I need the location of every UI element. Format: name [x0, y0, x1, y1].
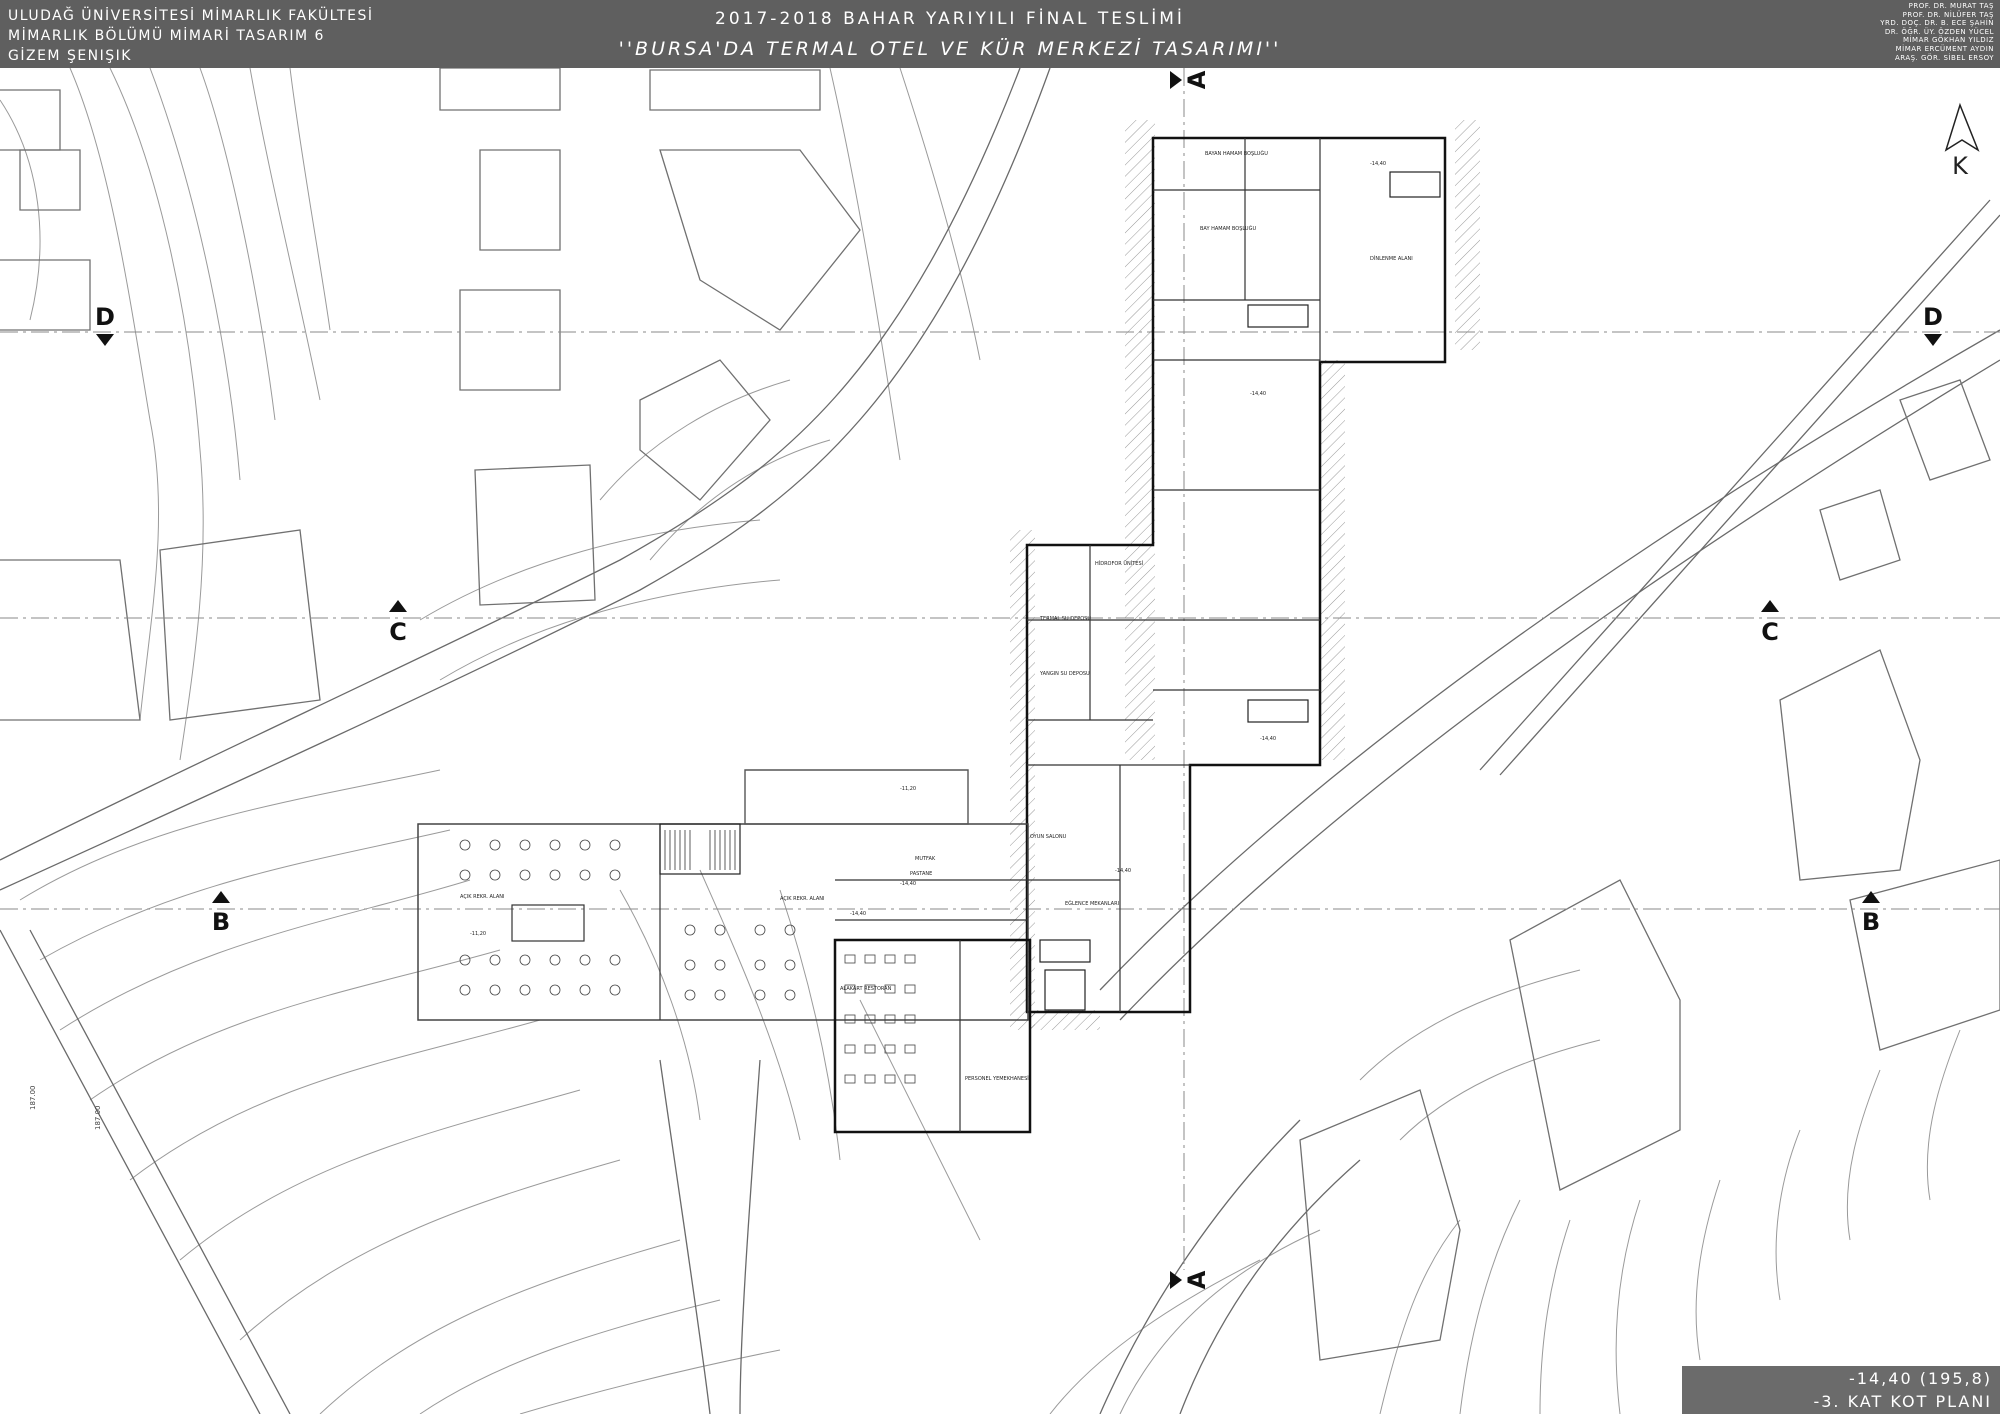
instructor-line: MİMAR GÖKHAN YILDIZ: [1902, 36, 1994, 45]
interior-partitions: [659, 138, 1321, 1132]
instructor-line: MİMAR ERCÜMENT AYDIN: [1895, 44, 1994, 53]
room-label: YANGIN SU DEPOSU: [1039, 671, 1090, 677]
student-name: GİZEM ŞENIŞIK: [8, 48, 132, 64]
elevation-label: -11,20: [900, 786, 916, 792]
contour-label: 187.00: [29, 1086, 37, 1111]
section-lines: [0, 68, 2000, 1270]
faculty-info: ULUDAĞ ÜNİVERSİTESİ MİMARLIK FAKÜLTESİ M…: [8, 6, 373, 66]
room-label: DİNLENME ALANI: [1370, 255, 1413, 262]
section-marker-a-bottom: A: [1183, 1270, 1211, 1289]
contour-lines: [0, 68, 1961, 1414]
room-label: AÇIK REKR. ALANI: [460, 894, 505, 900]
elevation-label: -14,40: [1250, 391, 1266, 397]
room-label: MUTFAK: [915, 856, 936, 862]
elevation-labels: -14,40 -14,40 -14,40 -14,40 -14,40 -14,4…: [470, 161, 1386, 937]
room-label: PERSONEL YEMEKHANESİ: [965, 1075, 1029, 1082]
elevation-title: -14,40 (195,8): [1849, 1369, 1992, 1388]
room-label: PASTANE: [910, 871, 932, 877]
room-label: EĞLENCE MEKANLARI: [1065, 900, 1119, 907]
instructor-line: ARAŞ. GÖR. SİBEL ERSOY: [1894, 53, 1994, 62]
site-plan-drawing: K D D C C B B A A BAYAN HAMAM BOŞLUĞU BA…: [0, 68, 2000, 1414]
project-title-block: 2017-2018 BAHAR YARIYILI FİNAL TESLİMİ '…: [600, 8, 1300, 62]
elevation-label: -14,40: [850, 911, 866, 917]
section-marker-c-left: C: [389, 618, 407, 646]
faculty-line: ULUDAĞ ÜNİVERSİTESİ MİMARLIK FAKÜLTESİ: [8, 8, 374, 24]
instructor-line: YRD. DOÇ. DR. B. ECE ŞAHİN: [1880, 19, 1994, 28]
room-label: HİDROFOR ÜNİTESİ: [1095, 560, 1143, 567]
building-plan: [417, 136, 1447, 1134]
north-arrow-icon: [1944, 102, 1980, 152]
room-label: ALAKART RESTORAN: [840, 986, 892, 992]
furniture-tables: [459, 839, 916, 1084]
section-marker-b-left: B: [212, 908, 230, 936]
elevation-label: -11,20: [470, 931, 486, 937]
instructor-list: PROF. DR. MURAT TAŞ PROF. DR. NİLÜFER TA…: [1880, 2, 1994, 62]
department-line: MİMARLIK BÖLÜMÜ MİMARİ TASARIM 6: [8, 28, 325, 44]
room-label: TERMAL SU DEPOSU: [1039, 616, 1091, 622]
section-marker-d-left: D: [95, 303, 115, 331]
instructor-line: PROF. DR. MURAT TAŞ: [1908, 2, 1994, 10]
section-marker-c-right: C: [1761, 618, 1779, 646]
section-marker-b-right: B: [1862, 908, 1880, 936]
room-label: AÇIK REKR. ALANI: [780, 896, 825, 902]
sheet-title-block: -14,40 (195,8) -3. KAT KOT PLANI: [1682, 1366, 2000, 1414]
roads: [0, 68, 2000, 1414]
header-bar: ULUDAĞ ÜNİVERSİTESİ MİMARLIK FAKÜLTESİ M…: [0, 0, 2000, 68]
north-label: K: [1952, 152, 1969, 180]
instructor-line: PROF. DR. NİLÜFER TAŞ: [1902, 10, 1994, 19]
term-title: 2017-2018 BAHAR YARIYILI FİNAL TESLİMİ: [715, 9, 1185, 29]
plan-title: -3. KAT KOT PLANI: [1813, 1392, 1992, 1411]
section-marker-d-right: D: [1923, 303, 1943, 331]
room-labels: BAYAN HAMAM BOŞLUĞU BAY HAMAM BOŞLUĞU Dİ…: [460, 150, 1413, 1082]
project-title: ''BURSA'DA TERMAL OTEL VE KÜR MERKEZİ TA…: [618, 38, 1282, 60]
pool: [511, 904, 585, 942]
elevation-label: -14,40: [900, 881, 916, 887]
elevation-label: -14,40: [1260, 736, 1276, 742]
room-label: OYUN SALONU: [1030, 834, 1067, 840]
room-label: BAYAN HAMAM BOŞLUĞU: [1205, 150, 1268, 157]
elevation-label: -14,40: [1370, 161, 1386, 167]
room-label: BAY HAMAM BOŞLUĞU: [1200, 225, 1256, 232]
stairs: [664, 830, 736, 870]
contour-labels: 187.00 187.00: [29, 1086, 102, 1131]
section-marker-a-top: A: [1183, 70, 1211, 89]
elevation-label: -14,40: [1115, 868, 1131, 874]
contour-label: 187.00: [94, 1106, 102, 1131]
surrounding-buildings: [0, 68, 2000, 1361]
